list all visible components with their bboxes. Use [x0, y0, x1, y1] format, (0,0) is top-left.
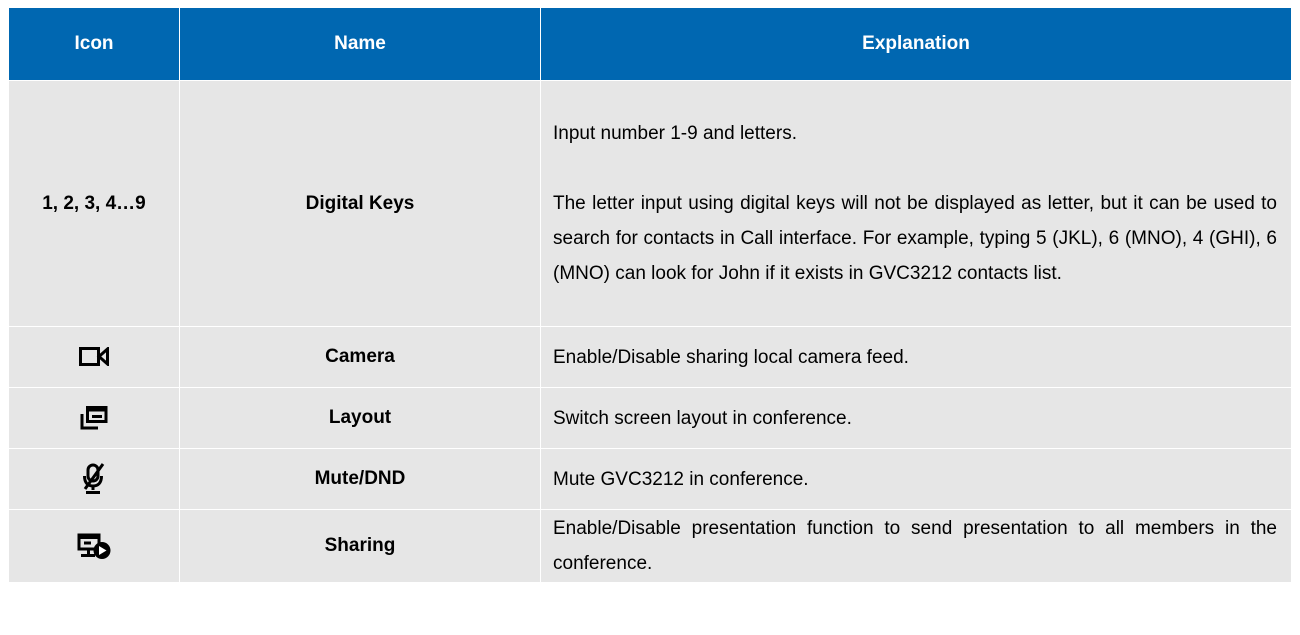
header-icon: Icon	[8, 7, 180, 81]
camera-icon-cell	[8, 326, 180, 388]
table-row-digital-keys: 1, 2, 3, 4…9 Digital Keys Input number 1…	[8, 80, 1292, 327]
layout-icon-cell	[8, 387, 180, 449]
digital-keys-icon-cell: 1, 2, 3, 4…9	[8, 80, 180, 327]
table-row-layout: Layout Switch screen layout in conferenc…	[8, 387, 1292, 449]
digital-keys-explanation-line-1: Input number 1-9 and letters.	[553, 123, 797, 144]
table-row-sharing: Sharing Enable/Disable presentation func…	[8, 509, 1292, 583]
table-header-row: Icon Name Explanation	[8, 7, 1292, 81]
mute-icon	[82, 463, 106, 495]
sharing-name: Sharing	[179, 509, 541, 583]
layout-icon	[80, 406, 108, 430]
header-explanation: Explanation	[540, 7, 1292, 81]
digital-keys-name: Digital Keys	[179, 80, 541, 327]
table-row-mute: Mute/DND Mute GVC3212 in conference.	[8, 448, 1292, 510]
layout-explanation: Switch screen layout in conference.	[540, 387, 1292, 449]
camera-icon	[79, 346, 109, 368]
camera-explanation: Enable/Disable sharing local camera feed…	[540, 326, 1292, 388]
table-row-camera: Camera Enable/Disable sharing local came…	[8, 326, 1292, 388]
layout-name: Layout	[179, 387, 541, 449]
camera-name: Camera	[179, 326, 541, 388]
mute-icon-cell	[8, 448, 180, 510]
header-name: Name	[179, 7, 541, 81]
icons-table: Icon Name Explanation 1, 2, 3, 4…9 Digit…	[8, 7, 1292, 583]
mute-explanation: Mute GVC3212 in conference.	[540, 448, 1292, 510]
digital-keys-explanation: Input number 1-9 and letters. The letter…	[540, 80, 1292, 327]
sharing-icon-cell	[8, 509, 180, 583]
digital-keys-explanation-line-2: The letter input using digital keys will…	[553, 193, 1277, 284]
sharing-icon	[77, 532, 111, 560]
sharing-explanation: Enable/Disable presentation function to …	[540, 509, 1292, 583]
mute-name: Mute/DND	[179, 448, 541, 510]
